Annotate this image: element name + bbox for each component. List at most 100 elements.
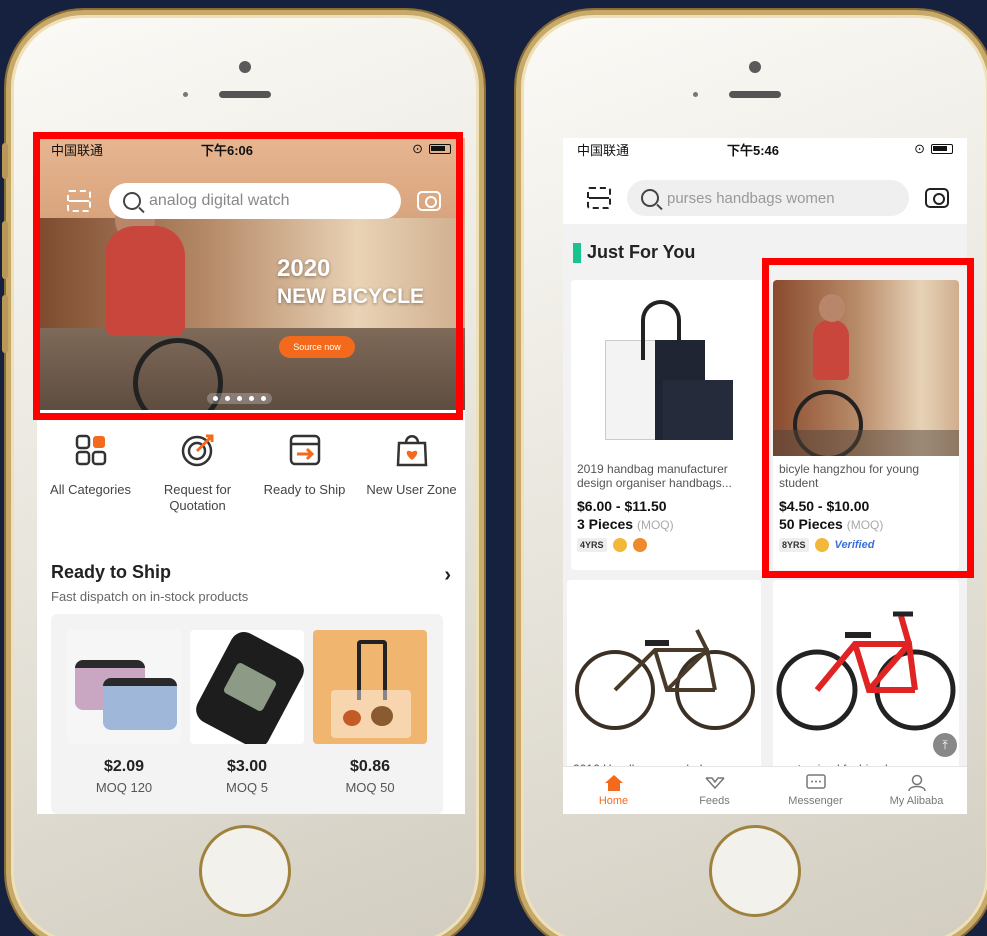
volume-up-button — [2, 221, 8, 279]
ready-to-ship-header[interactable]: Ready to Ship Fast dispatch on in-stock … — [51, 562, 451, 604]
quick-link-label: Request for Quotation — [163, 482, 232, 513]
product-card[interactable]: 2019 handbag manufacturer design organis… — [571, 280, 765, 570]
section-subtitle: Fast dispatch on in-stock products — [51, 589, 249, 604]
home-button[interactable] — [709, 825, 801, 917]
just-for-you-heading: Just For You — [573, 242, 695, 263]
product-image-bag — [313, 630, 427, 744]
orientation-lock-icon: ⊙ — [412, 141, 423, 156]
front-camera — [749, 61, 761, 73]
quick-link-categories[interactable]: All Categories — [37, 430, 144, 530]
product-card[interactable]: $2.09 MOQ 120 — [67, 630, 181, 795]
front-camera — [239, 61, 251, 73]
clock: 下午6:06 — [201, 142, 254, 158]
quick-link-ready-to-ship[interactable]: Ready to Ship — [251, 430, 358, 530]
product-card[interactable]: bicyle hangzhou for young student $4.50 … — [773, 280, 959, 570]
gold-supplier-icon — [612, 538, 627, 552]
home-icon — [603, 774, 625, 792]
scan-icon[interactable] — [67, 190, 91, 212]
orientation-lock-icon: ⊙ — [914, 141, 925, 156]
tab-messenger[interactable]: Messenger — [765, 767, 866, 814]
ready-to-ship-products: $2.09 MOQ 120 $3.00 MOQ 5 $0.86 MOQ 50 — [51, 614, 443, 814]
years-badge: 8YRS — [779, 538, 809, 552]
product-card[interactable]: customized fashion luxury — [773, 580, 959, 770]
supplier-badges: 4YRS — [571, 532, 765, 558]
search-placeholder: purses handbags women — [667, 189, 835, 207]
product-moq: 3 Pieces (MOQ) — [571, 514, 765, 532]
product-card[interactable]: 2016 Handbag wave lady — [567, 580, 761, 770]
product-price: $3.00 — [226, 758, 268, 775]
chevron-right-icon[interactable]: › — [444, 564, 451, 587]
carousel-dots[interactable] — [207, 393, 272, 404]
years-badge: 4YRS — [577, 538, 607, 552]
left-screen: 2020 NEW BICYCLE Source now 中国联通 下午6:06 … — [37, 138, 465, 814]
product-title: bicyle hangzhou for young student — [779, 462, 920, 490]
product-image-red-bicycle — [773, 580, 959, 756]
product-price: $0.86 — [349, 758, 391, 775]
right-phone-frame: 中国联通 下午5:46 ⊙ purses handbags women Just… — [516, 10, 987, 936]
clock: 下午5:46 — [727, 142, 780, 158]
scroll-to-top-icon[interactable]: ⤒ — [933, 733, 957, 757]
quick-link-new-user[interactable]: New User Zone — [358, 430, 465, 530]
battery-icon — [429, 144, 451, 154]
product-image-vintage-bicycle — [567, 580, 761, 756]
banner-title-main: NEW BICYCLE — [277, 285, 424, 308]
camera-search-icon[interactable] — [925, 188, 949, 208]
gold-supplier-icon — [814, 538, 829, 552]
volume-down-button — [2, 295, 8, 353]
tab-label: Home — [598, 795, 629, 807]
product-image-handbag — [571, 280, 765, 456]
product-card[interactable]: $0.86 MOQ 50 — [313, 630, 427, 795]
product-price: $4.50 - $10.00 — [779, 498, 870, 514]
moq-quantity: 50 Pieces — [779, 516, 843, 532]
banner-background — [37, 218, 465, 338]
sensor-dot — [183, 92, 188, 97]
left-phone-frame: 2020 NEW BICYCLE Source now 中国联通 下午6:06 … — [2, 10, 484, 936]
search-icon — [641, 189, 659, 207]
product-moq: MOQ 5 — [226, 780, 268, 795]
source-now-button[interactable]: Source now — [279, 336, 355, 358]
product-moq: 50 Pieces (MOQ) — [773, 514, 959, 532]
product-card[interactable]: $3.00 MOQ 5 — [190, 630, 304, 795]
promo-banner[interactable]: 2020 NEW BICYCLE Source now — [37, 138, 465, 410]
chat-icon — [805, 774, 827, 792]
product-image-bicycle — [773, 280, 959, 456]
user-icon — [906, 774, 928, 792]
product-image-watch — [190, 630, 304, 744]
categories-icon — [71, 430, 111, 470]
search-input[interactable]: analog digital watch — [109, 183, 401, 219]
status-bar: 中国联通 下午5:46 ⊙ — [563, 138, 967, 160]
search-row: analog digital watch — [37, 182, 465, 220]
quick-link-rfq[interactable]: Request for Quotation — [144, 430, 251, 530]
search-input[interactable]: purses handbags women — [627, 180, 909, 216]
product-image-underwear — [67, 630, 181, 744]
tab-my-alibaba[interactable]: My Alibaba — [866, 767, 967, 814]
search-icon — [123, 192, 141, 210]
camera-search-icon[interactable] — [417, 191, 441, 211]
moq-tag: (MOQ) — [636, 518, 674, 532]
product-title: 2019 handbag manufacturer design organis… — [577, 462, 732, 490]
carrier-label: 中国联通 — [577, 142, 630, 158]
banner-title-year: 2020 — [277, 255, 331, 282]
product-moq: MOQ 120 — [95, 780, 153, 795]
carrier-label: 中国联通 — [51, 142, 104, 158]
search-row: purses handbags women — [563, 180, 967, 216]
bottom-tab-bar: Home Feeds Messenger My Alibaba — [563, 766, 967, 814]
section-title: Just For You — [587, 242, 696, 262]
scan-icon[interactable] — [587, 187, 611, 209]
product-price: $2.09 — [103, 758, 145, 775]
tab-feeds[interactable]: Feeds — [664, 767, 765, 814]
right-screen: 中国联通 下午5:46 ⊙ purses handbags women Just… — [563, 138, 967, 814]
quick-links: All Categories Request for Quotation Rea… — [37, 430, 465, 530]
tab-label: Feeds — [699, 795, 730, 807]
tab-home[interactable]: Home — [563, 767, 664, 814]
moq-quantity: 3 Pieces — [577, 516, 634, 532]
trade-assurance-icon — [632, 538, 647, 552]
search-placeholder: analog digital watch — [149, 192, 290, 209]
battery-icon — [931, 144, 953, 154]
home-button[interactable] — [199, 825, 291, 917]
mute-switch — [2, 143, 8, 179]
gift-bag-icon — [392, 430, 432, 470]
target-icon — [178, 430, 218, 470]
quick-link-label: New User Zone — [366, 482, 457, 497]
earpiece-speaker — [729, 91, 781, 98]
